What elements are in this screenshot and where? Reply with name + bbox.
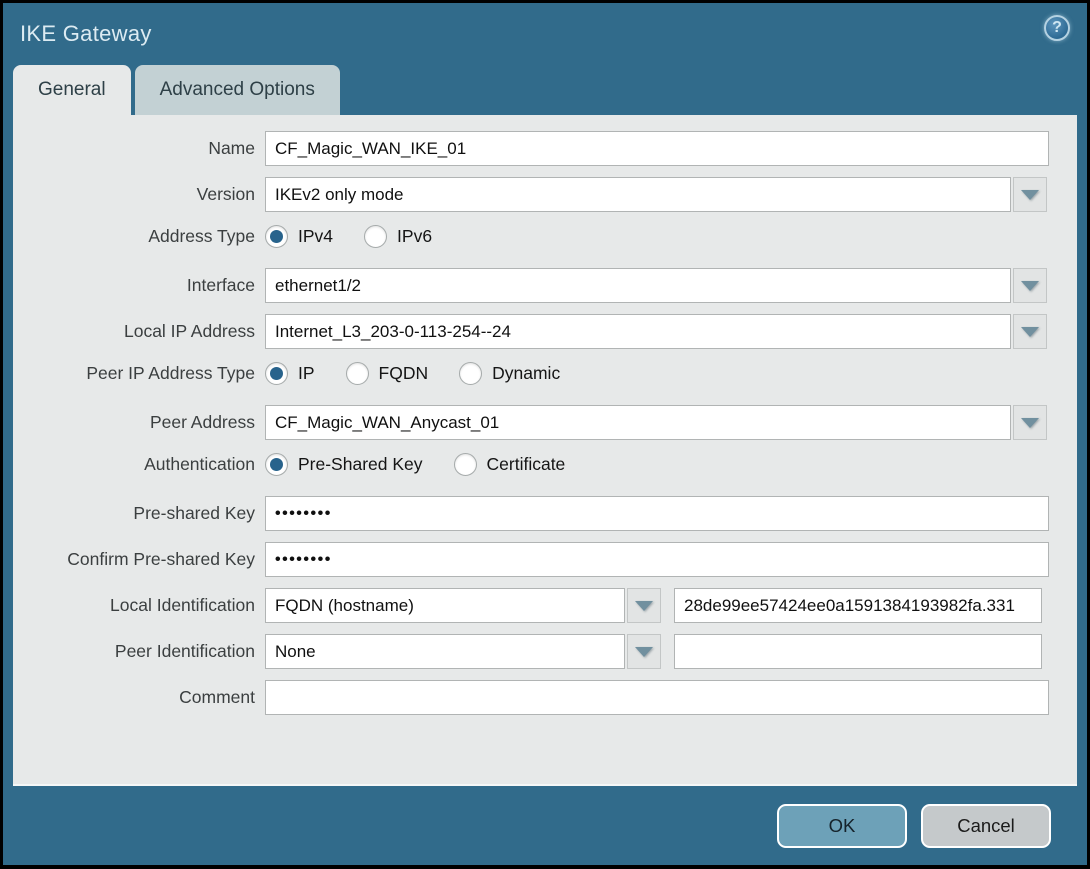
cancel-button[interactable]: Cancel (921, 803, 1051, 848)
peer-address-row: Peer Address (13, 405, 1059, 440)
local-ip-address-row: Local IP Address (13, 314, 1059, 349)
peer-identification-value-input[interactable] (674, 634, 1042, 669)
radio-certificate[interactable]: Certificate (453, 453, 565, 476)
radio-peer-fqdn[interactable]: FQDN (345, 362, 428, 385)
radio-peer-ip-icon (265, 362, 288, 385)
comment-label: Comment (179, 687, 255, 707)
help-icon[interactable]: ? (1044, 15, 1070, 41)
authentication-row: Authentication Pre-Shared Key Certificat… (13, 451, 1059, 478)
peer-identification-row: Peer Identification (13, 634, 1059, 669)
chevron-down-icon (1021, 189, 1039, 200)
radio-ipv4-icon (265, 225, 288, 248)
local-identification-label: Local Identification (110, 595, 255, 615)
interface-row: Interface (13, 268, 1059, 303)
address-type-row: Address Type IPv4 IPv6 (13, 223, 1059, 250)
peer-address-input[interactable] (265, 405, 1011, 440)
radio-pre-shared-key-icon (265, 453, 288, 476)
peer-ip-address-type-row: Peer IP Address Type IP FQDN Dynamic (13, 360, 1059, 387)
version-dropdown-button[interactable] (1013, 177, 1047, 212)
peer-ip-address-type-label: Peer IP Address Type (86, 363, 255, 383)
comment-row: Comment (13, 680, 1059, 715)
local-ip-dropdown-button[interactable] (1013, 314, 1047, 349)
pre-shared-key-label: Pre-shared Key (133, 503, 255, 523)
comment-input[interactable] (265, 680, 1049, 715)
peer-identification-dropdown-button[interactable] (627, 634, 661, 669)
local-identification-dropdown-button[interactable] (627, 588, 661, 623)
interface-dropdown-button[interactable] (1013, 268, 1047, 303)
peer-identification-type-input[interactable] (265, 634, 625, 669)
peer-identification-label: Peer Identification (114, 641, 255, 661)
radio-certificate-icon (453, 453, 477, 476)
radio-pre-shared-key[interactable]: Pre-Shared Key (265, 453, 423, 476)
local-identification-value-input[interactable] (674, 588, 1042, 623)
address-type-label: Address Type (148, 226, 255, 246)
name-label: Name (208, 138, 255, 158)
chevron-down-icon (1021, 417, 1039, 428)
chevron-down-icon (635, 600, 653, 611)
radio-ipv4[interactable]: IPv4 (265, 225, 333, 248)
chevron-down-icon (635, 646, 653, 657)
radio-peer-fqdn-icon (345, 362, 369, 385)
ok-button[interactable]: OK (777, 803, 907, 848)
pre-shared-key-row: Pre-shared Key (13, 496, 1059, 531)
local-ip-address-label: Local IP Address (123, 321, 255, 341)
peer-address-label: Peer Address (149, 412, 255, 432)
interface-input[interactable] (265, 268, 1011, 303)
radio-peer-dynamic[interactable]: Dynamic (459, 362, 560, 385)
confirm-pre-shared-key-input[interactable] (265, 542, 1049, 577)
radio-ipv6-icon (364, 225, 388, 248)
general-tab-panel: Name Version Address Type IPv4 (13, 115, 1077, 786)
tab-general[interactable]: General (13, 65, 131, 115)
dialog-titlebar: IKE Gateway ? (3, 3, 1087, 65)
tab-bar: General Advanced Options (3, 65, 1087, 115)
radio-peer-dynamic-icon (459, 362, 483, 385)
version-input[interactable] (265, 177, 1011, 212)
local-identification-type-input[interactable] (265, 588, 625, 623)
chevron-down-icon (1021, 326, 1039, 337)
confirm-pre-shared-key-label: Confirm Pre-shared Key (67, 549, 255, 569)
name-row: Name (13, 131, 1059, 166)
authentication-label: Authentication (144, 454, 255, 474)
local-identification-row: Local Identification (13, 588, 1059, 623)
dialog-title: IKE Gateway (20, 21, 152, 46)
local-ip-address-input[interactable] (265, 314, 1011, 349)
dialog-footer: OK Cancel (3, 786, 1087, 865)
radio-ipv6[interactable]: IPv6 (364, 225, 432, 248)
chevron-down-icon (1021, 280, 1039, 291)
version-label: Version (196, 184, 255, 204)
radio-peer-ip[interactable]: IP (265, 362, 315, 385)
pre-shared-key-input[interactable] (265, 496, 1049, 531)
peer-address-dropdown-button[interactable] (1013, 405, 1047, 440)
name-input[interactable] (265, 131, 1049, 166)
confirm-pre-shared-key-row: Confirm Pre-shared Key (13, 542, 1059, 577)
tab-advanced-options[interactable]: Advanced Options (134, 65, 340, 115)
ike-gateway-dialog: IKE Gateway ? General Advanced Options N… (3, 3, 1087, 865)
interface-label: Interface (186, 275, 255, 295)
version-row: Version (13, 177, 1059, 212)
